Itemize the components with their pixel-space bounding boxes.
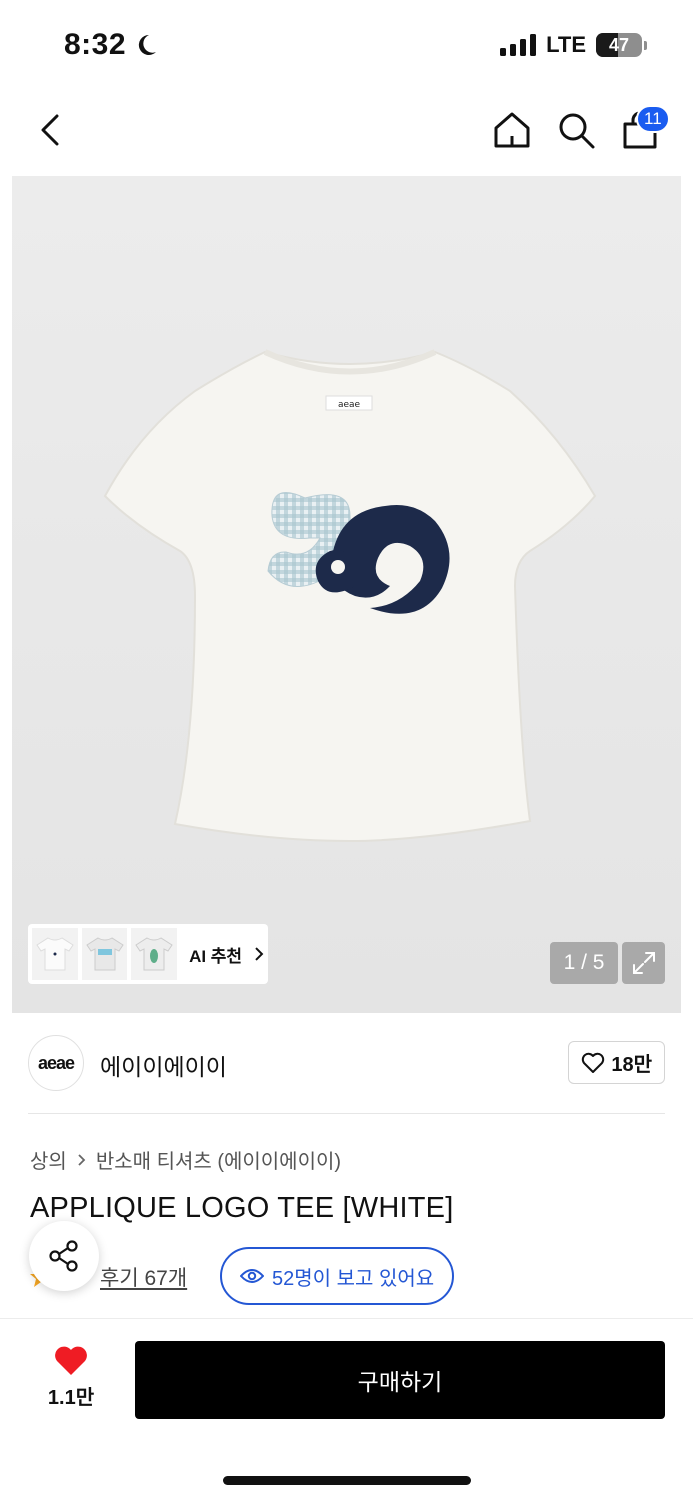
wishlist-count: 1.1만 bbox=[47, 1387, 95, 1409]
wishlist-button[interactable]: 1.1만 bbox=[36, 1345, 106, 1410]
breadcrumb: 상의 반소매 티셔츠 (에이이에이이) bbox=[30, 1145, 341, 1174]
brand-row: aeae 에이이에이이 18만 bbox=[28, 1035, 665, 1091]
status-bar: 8:32 LTE 47 bbox=[0, 0, 693, 92]
eye-icon bbox=[240, 1269, 264, 1283]
tshirt-neck-label: aeae bbox=[338, 400, 361, 410]
heart-filled-icon bbox=[55, 1346, 87, 1375]
chevron-right-icon bbox=[78, 1153, 86, 1166]
live-viewers-text: 52명이 보고 있어요 bbox=[272, 1267, 435, 1290]
moon-icon bbox=[138, 34, 157, 55]
home-indicator bbox=[223, 1476, 471, 1485]
clock-text: 8:32 bbox=[64, 28, 127, 61]
battery-text: 47 bbox=[608, 34, 630, 55]
share-icon bbox=[49, 1240, 78, 1272]
search-button[interactable] bbox=[554, 108, 598, 152]
network-label: LTE bbox=[546, 32, 586, 57]
back-button[interactable] bbox=[30, 110, 70, 150]
live-viewers-badge: 52명이 보고 있어요 bbox=[220, 1247, 455, 1305]
battery-icon: 47 bbox=[596, 33, 642, 57]
purchase-bar: 1.1만 구매하기 bbox=[0, 1318, 693, 1500]
product-title: APPLIQUE LOGO TEE [WHITE] bbox=[30, 1192, 454, 1224]
ai-thumb-1 bbox=[32, 928, 78, 980]
heart-outline-icon bbox=[582, 1052, 605, 1073]
ai-recommendation-button[interactable]: AI 추천 bbox=[28, 924, 268, 984]
status-indicators: LTE 47 bbox=[500, 32, 647, 58]
home-button[interactable] bbox=[490, 108, 534, 152]
tshirt-thumb-icon bbox=[36, 937, 74, 971]
tshirt-thumb-icon bbox=[85, 937, 124, 971]
expand-image-button[interactable] bbox=[622, 942, 665, 984]
brand-logo-text: aeae bbox=[37, 1052, 75, 1073]
breadcrumb-subcategory[interactable]: 반소매 티셔츠 (에이이에이이) bbox=[96, 1145, 341, 1174]
divider bbox=[28, 1113, 665, 1114]
tshirt-product-image: aeae bbox=[103, 349, 597, 843]
image-page-indicator: 1 / 5 bbox=[550, 942, 618, 984]
signal-icon bbox=[500, 34, 537, 56]
brand-name[interactable]: 에이이에이이 bbox=[100, 1048, 227, 1082]
ai-thumb-2 bbox=[81, 928, 128, 980]
ai-recommend-label: AI 추천 bbox=[189, 946, 243, 966]
tshirt-thumb-icon bbox=[135, 937, 173, 971]
brand-like-button[interactable]: 18만 bbox=[568, 1041, 665, 1084]
brand-logo[interactable]: aeae bbox=[28, 1035, 84, 1091]
review-link[interactable]: 후기 67개 bbox=[100, 1262, 187, 1292]
search-icon bbox=[559, 113, 595, 149]
home-icon bbox=[494, 112, 530, 148]
rating-row: 후기 67개 52명이 보고 있어요 bbox=[28, 1221, 665, 1306]
buy-button[interactable]: 구매하기 bbox=[135, 1341, 665, 1419]
ai-thumb-3 bbox=[131, 928, 178, 980]
share-button[interactable] bbox=[29, 1221, 99, 1291]
product-gallery[interactable]: aeae AI 추천 1 / 5 bbox=[12, 176, 681, 1013]
cart-count-badge: 11 bbox=[636, 105, 670, 133]
breadcrumb-category[interactable]: 상의 bbox=[30, 1145, 67, 1174]
status-time: 8:32 bbox=[64, 28, 158, 62]
brand-like-count: 18만 bbox=[611, 1054, 652, 1076]
top-nav bbox=[0, 92, 693, 176]
battery-cap bbox=[644, 40, 647, 50]
back-icon bbox=[41, 114, 59, 146]
chevron-right-icon bbox=[255, 947, 264, 961]
expand-icon bbox=[632, 952, 655, 974]
